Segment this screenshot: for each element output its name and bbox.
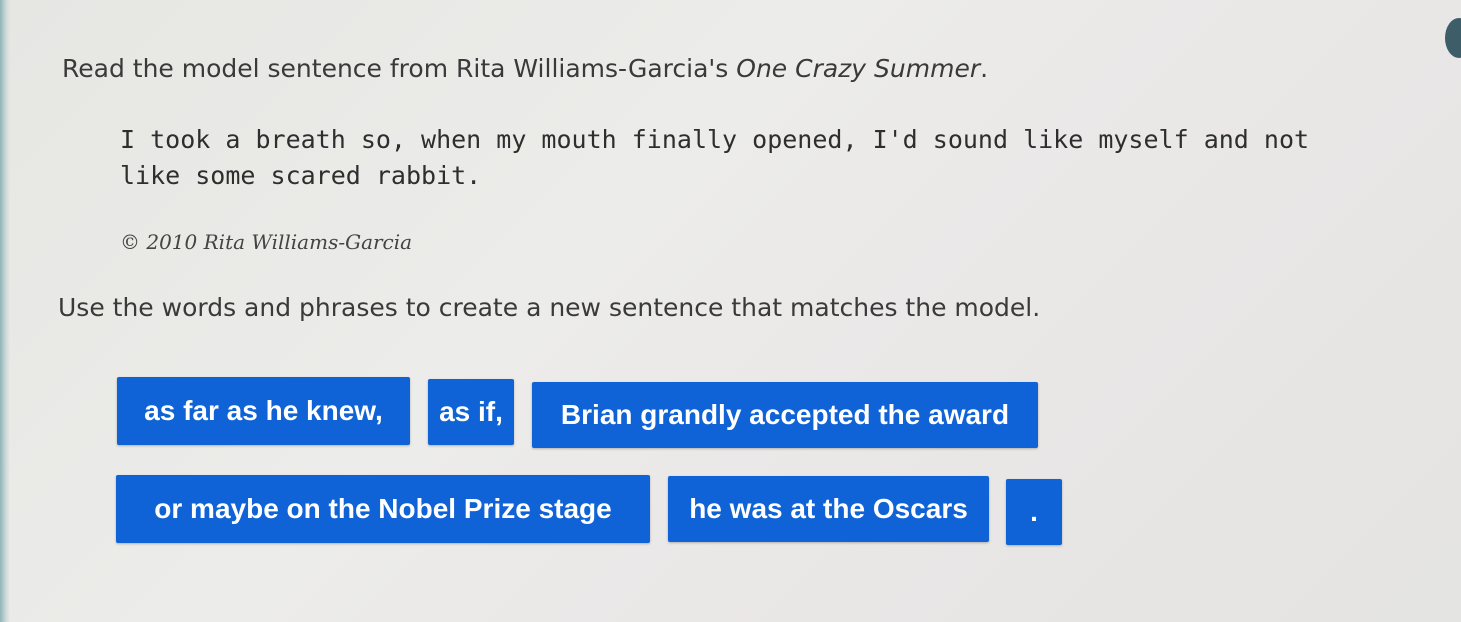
prompt-prefix: Read the model sentence from Rita Willia…	[62, 54, 737, 83]
prompt-suffix: .	[980, 54, 989, 83]
word-tile-as-if[interactable]: as if,	[428, 379, 514, 445]
word-tile-nobel-prize-stage[interactable]: or maybe on the Nobel Prize stage	[116, 475, 650, 543]
word-tile-at-the-oscars[interactable]: he was at the Oscars	[668, 476, 989, 542]
model-sentence: I took a breath so, when my mouth finall…	[120, 125, 1310, 190]
left-edge-bar	[0, 0, 10, 622]
copyright-notice: © 2010 Rita Williams-Garcia	[120, 230, 413, 254]
word-tile-as-far-as-he-knew[interactable]: as far as he knew,	[117, 377, 410, 445]
book-title: One Crazy Summer	[736, 54, 981, 83]
corner-indicator	[1445, 18, 1461, 58]
instruction-text: Use the words and phrases to create a ne…	[58, 293, 1041, 322]
question-prompt: Read the model sentence from Rita Willia…	[62, 54, 988, 83]
word-tile-period[interactable]: .	[1006, 479, 1062, 545]
word-tile-brian-accepted-award[interactable]: Brian grandly accepted the award	[532, 382, 1038, 448]
